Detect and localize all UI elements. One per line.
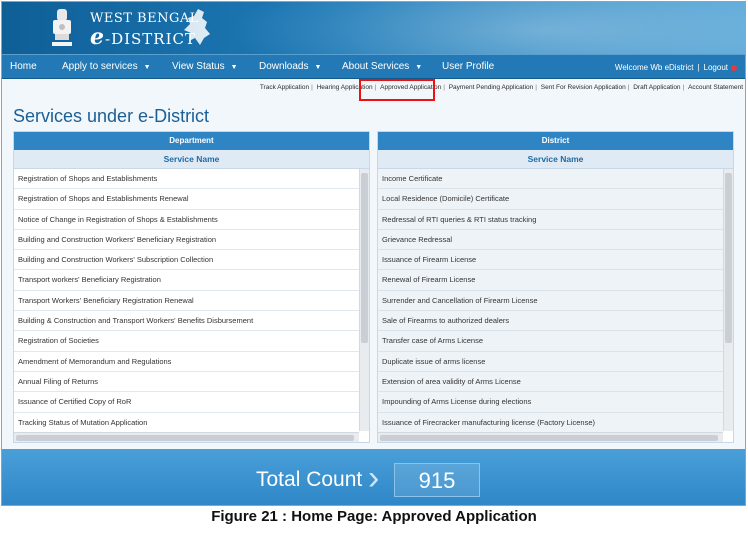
scrollbar-thumb[interactable] (380, 435, 718, 441)
screenshot-frame: WEST BENGAL e-DISTRICT Home Apply to ser… (1, 1, 746, 506)
scrollbar-thumb[interactable] (725, 173, 732, 343)
figure-caption: Figure 21 : Home Page: Approved Applicat… (211, 508, 537, 525)
service-row[interactable]: Duplicate issue of arms license (378, 351, 723, 372)
service-row[interactable]: Extension of area validity of Arms Licen… (378, 371, 723, 393)
district-service-list: Income Certificate Local Residence (Domic… (378, 169, 723, 433)
service-row[interactable]: Grievance Redressal (378, 229, 723, 251)
payment-pending-application-link[interactable]: Payment Pending Application (447, 84, 536, 91)
service-row[interactable]: Registration of Societies (14, 331, 359, 352)
logout-link[interactable]: Logout (704, 63, 728, 72)
application-links: Track Application | Hearing Application | … (258, 84, 745, 91)
site-header: WEST BENGAL e-DISTRICT (2, 2, 745, 54)
nav-home-label: Home (10, 61, 37, 72)
district-service-name-header: Service Name (378, 150, 733, 169)
state-map-icon (184, 9, 210, 45)
department-service-list: Registration of Shops and Establishments… (14, 169, 359, 433)
main-nav: Home Apply to services ▼ View Status ▼ Dow… (2, 54, 745, 79)
service-row[interactable]: Building and Construction Workers' Benef… (14, 229, 359, 251)
draft-application-link[interactable]: Draft Application (631, 84, 682, 91)
header-decoration (172, 2, 745, 54)
service-row[interactable]: Sale of Firearms to authorized dealers (378, 311, 723, 332)
district-horizontal-scrollbar[interactable] (378, 432, 723, 442)
logout-icon[interactable] (731, 64, 737, 71)
welcome-text: Welcome Wb eDistrict (614, 63, 694, 72)
nav-apply-to-services[interactable]: Apply to services ▼ (62, 55, 151, 79)
sent-for-revision-application-link[interactable]: Sent For Revision Application (539, 84, 628, 91)
service-row[interactable]: Building and Construction Workers' Subsc… (14, 250, 359, 271)
district-vertical-scrollbar[interactable] (723, 169, 733, 431)
service-row[interactable]: Transfer case of Arms License (378, 331, 723, 352)
district-header: District (378, 132, 733, 150)
chevron-right-icon: › (368, 459, 380, 497)
district-panel: District Service Name Income Certificate… (377, 131, 734, 443)
nav-view-status-label: View Status (172, 61, 225, 72)
service-row[interactable]: Local Residence (Domicile) Certificate (378, 189, 723, 210)
service-row[interactable]: Transport workers' Beneficiary Registrat… (14, 270, 359, 291)
scrollbar-thumb[interactable] (361, 173, 368, 343)
department-vertical-scrollbar[interactable] (359, 169, 369, 431)
service-row[interactable]: Income Certificate (378, 169, 723, 190)
account-statement-link[interactable]: Account Statement (686, 84, 745, 91)
service-row[interactable]: Registration of Shops and Establishments… (14, 189, 359, 210)
service-row[interactable]: Registration of Shops and Establishments (14, 169, 359, 190)
service-row[interactable]: Transport Workers' Beneficiary Registrat… (14, 290, 359, 312)
service-row[interactable]: Surrender and Cancellation of Firearm Li… (378, 290, 723, 312)
state-emblem-icon (52, 9, 72, 46)
nav-view-status[interactable]: View Status ▼ (172, 55, 238, 79)
service-row[interactable]: Issuance of Firearm License (378, 250, 723, 271)
service-row[interactable]: Notice of Change in Registration of Shop… (14, 209, 359, 230)
user-area: Welcome Wb eDistrict | Logout (615, 55, 737, 79)
nav-about-services[interactable]: About Services ▼ (342, 55, 422, 79)
service-row[interactable]: Redressal of RTI queries & RTI status tr… (378, 209, 723, 230)
department-service-name-header: Service Name (14, 150, 369, 169)
total-count-value: 915 (394, 463, 480, 497)
track-application-link[interactable]: Track Application (258, 84, 311, 91)
service-row[interactable]: Annual Filing of Returns (14, 371, 359, 393)
department-header: Department (14, 132, 369, 150)
service-row[interactable]: Impounding of Arms License during electi… (378, 392, 723, 413)
nav-apply-label: Apply to services (62, 61, 138, 72)
total-count-label: Total Count (256, 468, 363, 491)
nav-home[interactable]: Home (10, 55, 37, 79)
caret-down-icon: ▼ (314, 64, 322, 71)
nav-downloads[interactable]: Downloads ▼ (259, 55, 321, 79)
department-panel: Department Service Name Registration of … (13, 131, 370, 443)
service-row[interactable]: Tracking Status of Mutation Application (14, 412, 359, 433)
nav-about-label: About Services (342, 61, 410, 72)
service-row[interactable]: Amendment of Memorandum and Regulations (14, 351, 359, 372)
brand-initial: e (90, 24, 105, 50)
caret-down-icon: ▼ (230, 64, 238, 71)
nav-user-profile-label: User Profile (442, 61, 495, 72)
total-count-band: Total Count › 915 (2, 449, 745, 505)
caret-down-icon: ▼ (143, 64, 151, 71)
nav-user-profile[interactable]: User Profile (442, 55, 494, 79)
nav-downloads-label: Downloads (259, 61, 309, 72)
service-row[interactable]: Renewal of Firearm License (378, 270, 723, 291)
caret-down-icon: ▼ (415, 64, 423, 71)
service-row[interactable]: Building & Construction and Transport Wo… (14, 311, 359, 332)
department-horizontal-scrollbar[interactable] (14, 432, 359, 442)
page-title: Services under e-District (13, 106, 210, 126)
approved-application-highlight (359, 79, 435, 101)
service-row[interactable]: Issuance of Certified Copy of RoR (14, 392, 359, 413)
scrollbar-thumb[interactable] (16, 435, 354, 441)
service-row[interactable]: Issuance of Firecracker manufacturing li… (378, 412, 723, 433)
